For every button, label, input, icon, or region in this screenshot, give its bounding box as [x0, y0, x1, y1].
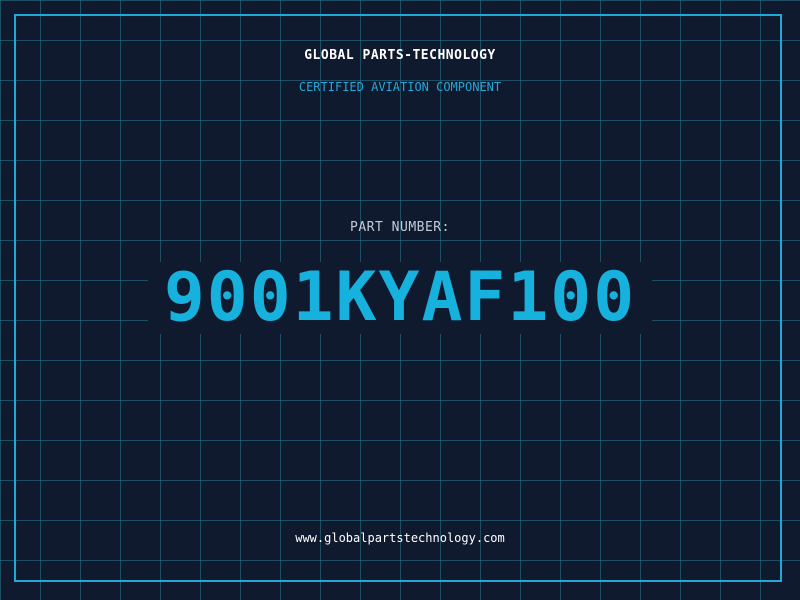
part-number-label: PART NUMBER:: [350, 220, 450, 235]
part-number-value: 9001KYAF100: [163, 258, 637, 337]
certification-text: CERTIFIED AVIATION COMPONENT: [298, 80, 502, 94]
website-url: www.globalpartstechnology.com: [295, 531, 505, 545]
company-name: GLOBAL PARTS-TECHNOLOGY: [304, 48, 496, 63]
part-number-display: 9001KYAF100: [148, 262, 652, 334]
product-label-card: GLOBAL PARTS-TECHNOLOGY CERTIFIED AVIATI…: [0, 0, 800, 600]
